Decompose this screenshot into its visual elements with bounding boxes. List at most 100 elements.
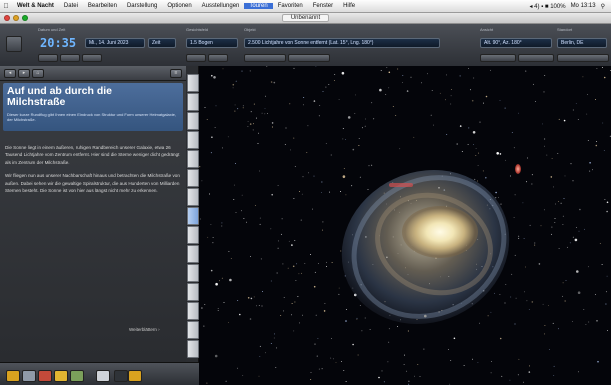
star <box>499 153 502 155</box>
menu-app-name[interactable]: Welt & Nacht <box>12 3 59 9</box>
star <box>340 191 342 192</box>
date-field[interactable]: Mi., 14. Juni 2023 <box>85 38 145 48</box>
menu-item-favoriten[interactable]: Favoriten <box>273 3 308 9</box>
star <box>288 240 290 242</box>
star <box>569 242 571 244</box>
tool-2-icon[interactable] <box>22 370 36 382</box>
red-object[interactable] <box>515 164 521 174</box>
menu-item-fenster[interactable]: Fenster <box>308 3 338 9</box>
menu-item-optionen[interactable]: Optionen <box>162 3 196 9</box>
spotlight-icon[interactable]: ⚲ <box>601 3 605 10</box>
menu-item-bearbeiten[interactable]: Bearbeiten <box>83 3 122 9</box>
center-button[interactable] <box>244 54 286 62</box>
galaxy-marker-label[interactable] <box>389 183 413 187</box>
star <box>526 300 528 302</box>
menu-item-touren[interactable]: Touren <box>244 3 273 9</box>
menu-item-darstellung[interactable]: Darstellung <box>122 3 162 9</box>
target-field[interactable]: 2.500 Lichtjahre von Sonne entfernt (Lat… <box>244 38 440 48</box>
star <box>301 272 303 274</box>
star <box>388 87 390 89</box>
tab-4[interactable] <box>187 131 199 149</box>
tab-1[interactable] <box>187 74 199 92</box>
view-field[interactable]: Alt. 90°, Az. 180° <box>480 38 552 48</box>
view-down-button[interactable] <box>518 54 554 62</box>
star <box>471 99 474 102</box>
field-of-view-field[interactable]: 1.5 Bogen <box>186 38 238 48</box>
star <box>565 279 567 281</box>
tab-10[interactable] <box>187 245 199 263</box>
star <box>345 309 347 311</box>
tab-9[interactable] <box>187 226 199 244</box>
star <box>342 175 346 178</box>
view-up-button[interactable] <box>480 54 516 62</box>
star <box>209 193 210 195</box>
menu-item-ausstellungen[interactable]: Ausstellungen <box>197 3 245 9</box>
star <box>447 349 449 350</box>
zoom-in-button[interactable] <box>208 54 228 62</box>
previous-icon[interactable] <box>114 370 128 382</box>
star <box>504 107 506 109</box>
star <box>237 300 239 301</box>
star <box>557 328 559 330</box>
tab-7[interactable] <box>187 188 199 206</box>
star <box>562 223 564 225</box>
star <box>534 242 536 244</box>
star <box>225 380 227 382</box>
tab-13[interactable] <box>187 302 199 320</box>
tour-subtitle: Dieser kurze Rundflug gibt Ihnen einen E… <box>7 112 176 122</box>
time-mode-button[interactable] <box>6 36 22 52</box>
apple-menu-icon[interactable]:  <box>0 3 12 10</box>
star <box>211 74 213 77</box>
list-icon[interactable]: ≡ <box>170 69 182 78</box>
star <box>584 228 585 230</box>
tool-1-icon[interactable] <box>6 370 20 382</box>
home-icon[interactable]: ⌂ <box>32 69 44 78</box>
star <box>291 303 293 304</box>
tab-6[interactable] <box>187 169 199 187</box>
star <box>397 326 399 327</box>
tab-11[interactable] <box>187 264 199 282</box>
star <box>250 256 251 257</box>
tool-3-icon[interactable] <box>38 370 52 382</box>
star <box>253 296 255 298</box>
tool-4-icon[interactable] <box>54 370 68 382</box>
tab-2[interactable] <box>187 93 199 111</box>
star <box>324 303 326 305</box>
star <box>522 381 524 383</box>
document-icon[interactable] <box>96 370 110 382</box>
tab-3[interactable] <box>187 112 199 130</box>
tab-touren[interactable] <box>187 207 199 225</box>
star <box>557 152 559 154</box>
step-back-button[interactable] <box>38 54 58 62</box>
tab-14[interactable] <box>187 321 199 339</box>
menu-item-hilfe[interactable]: Hilfe <box>338 3 360 9</box>
time-step-field[interactable]: Zeit <box>148 38 176 48</box>
zoom-out-button[interactable] <box>186 54 206 62</box>
location-button[interactable] <box>557 54 609 62</box>
tab-5[interactable] <box>187 150 199 168</box>
star <box>511 273 513 275</box>
star <box>274 333 275 335</box>
next-icon[interactable] <box>128 370 142 382</box>
back-arrow-icon[interactable]: ◂ <box>4 69 16 78</box>
tool-5-icon[interactable] <box>70 370 84 382</box>
clock-display[interactable]: 20:35 <box>40 36 76 50</box>
next-page-link[interactable]: Weiterblättern › <box>129 327 160 332</box>
forward-arrow-icon[interactable]: ▸ <box>18 69 30 78</box>
location-field[interactable]: Berlin, DE <box>557 38 607 48</box>
star <box>404 354 405 356</box>
now-button[interactable] <box>60 54 80 62</box>
tab-12[interactable] <box>187 283 199 301</box>
menubar-status-icons[interactable]: ◂ 4) ▪ ■ 100% <box>529 3 565 10</box>
star <box>555 203 557 205</box>
tab-15[interactable] <box>187 340 199 358</box>
star <box>334 73 336 75</box>
info-button[interactable] <box>288 54 330 62</box>
step-forward-button[interactable] <box>82 54 102 62</box>
menubar-clock[interactable]: Mo 13:13 <box>571 3 596 9</box>
star <box>542 123 544 125</box>
sky-view[interactable] <box>199 66 611 385</box>
tour-paragraph-1: Die Sonne liegt in einem äußeren, ruhige… <box>5 145 180 165</box>
menu-item-datei[interactable]: Datei <box>59 3 83 9</box>
control-panel: Datum und Zeit 20:35 Mi., 14. Juni 2023 … <box>0 24 611 67</box>
